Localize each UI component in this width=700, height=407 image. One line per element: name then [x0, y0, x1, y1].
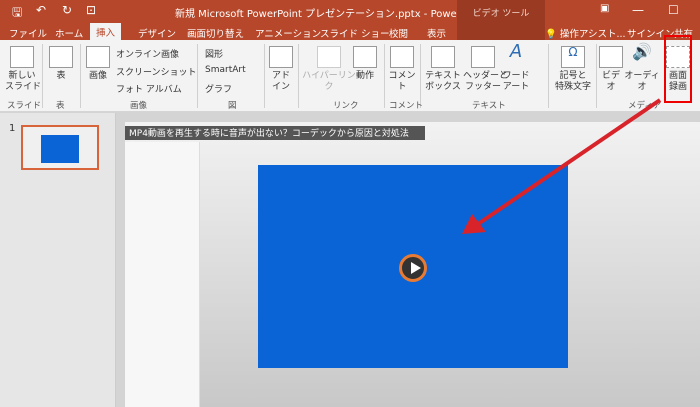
arrow-annotation: [462, 98, 662, 234]
